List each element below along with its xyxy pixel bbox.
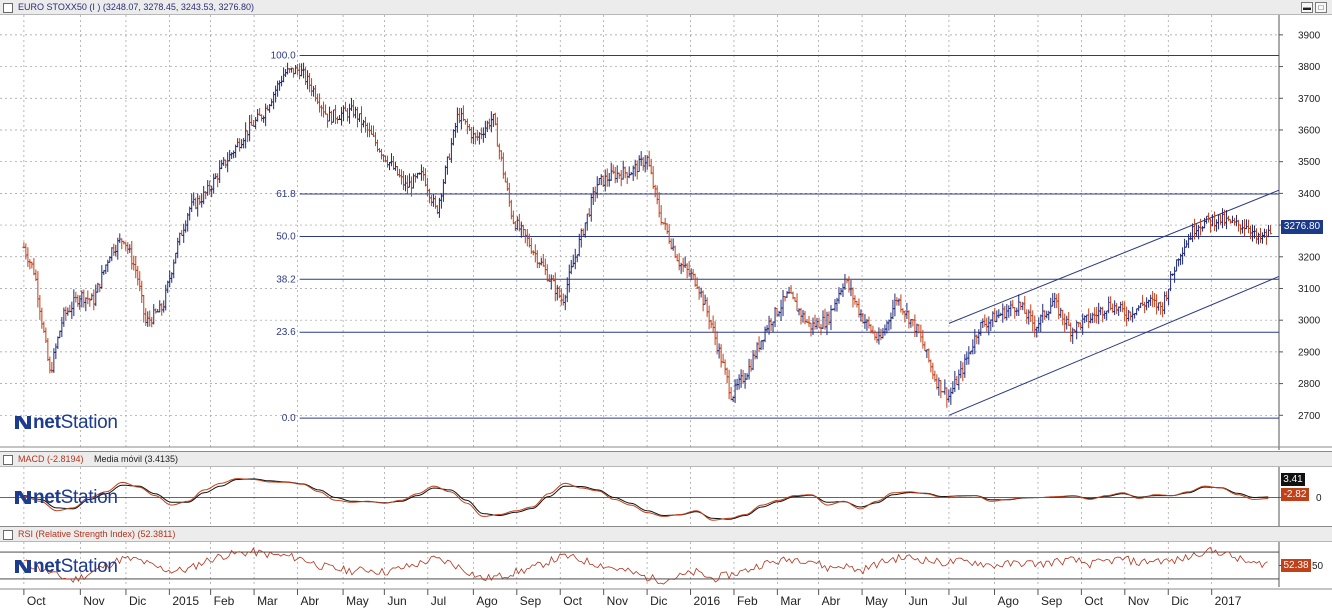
x-tick-label: Dic [129, 594, 146, 608]
panel-tag-icon[interactable] [3, 3, 13, 13]
rsi-value-box: 52.38 [1281, 559, 1311, 572]
x-tick-label: Nov [1128, 594, 1149, 608]
price-panel-header: EURO STOXX50 (I ) (3248.07, 3278.45, 324… [0, 0, 1332, 15]
maximize-button[interactable]: □ [1315, 2, 1327, 13]
price-panel-title: EURO STOXX50 (I ) (3248.07, 3278.45, 324… [18, 2, 254, 12]
macd-panel-title: MACD (-2.8194) [18, 454, 84, 464]
x-tick-label: May [346, 594, 369, 608]
brand-watermark: netStation [14, 487, 118, 509]
fib-level-label: 0.0 [282, 413, 296, 424]
macd-panel-subtitle: Media móvil (3.4135) [94, 454, 179, 464]
rsi-chart[interactable]: 50 Oct Nov Dic 2015 Feb Mar Abr May Jun Jul Ago Sep O… [0, 542, 1332, 611]
y-tick-label: 2800 [1298, 379, 1321, 390]
macd-panel-header: MACD (-2.8194) Media móvil (3.4135) [0, 452, 1332, 467]
y-tick-label: 3500 [1298, 157, 1321, 168]
y-tick-label: 3600 [1298, 125, 1321, 136]
minimize-button[interactable]: ▬ [1301, 2, 1313, 13]
x-tick-label: Nov [607, 594, 628, 608]
trend-channel-line [948, 275, 1280, 416]
fib-level-label: 61.8 [276, 189, 296, 200]
x-tick-label: Abr [822, 594, 841, 608]
x-tick-label: Nov [83, 594, 104, 608]
fib-level-label: 50.0 [276, 231, 296, 242]
netstation-logo-icon [15, 560, 31, 573]
brand-suffix: Station [60, 412, 118, 433]
macd-signal-box: 3.41 [1281, 473, 1305, 486]
x-tick-label: Dic [1171, 594, 1188, 608]
x-tick-label: May [865, 594, 888, 608]
x-tick-label: Oct [563, 594, 582, 608]
y-tick-label: 3100 [1298, 284, 1321, 295]
x-tick-label: Jul [431, 594, 446, 608]
fib-level-label: 23.6 [276, 327, 296, 338]
brand-prefix: net [33, 487, 61, 508]
price-chart[interactable]: 2700280029003000310032003300340035003600… [0, 15, 1332, 450]
x-tick-label: Jun [387, 594, 406, 608]
x-tick-label: Sep [1041, 594, 1063, 608]
brand-suffix: Station [60, 556, 118, 577]
x-tick-label: 2016 [694, 594, 721, 608]
rsi-panel-title: RSI (Relative Strength Index) (52.3811) [18, 529, 176, 539]
rsi-panel: RSI (Relative Strength Index) (52.3811) … [0, 526, 1332, 611]
x-tick-label: Dic [650, 594, 667, 608]
trend-channel-line [948, 189, 1280, 324]
rsi-panel-header: RSI (Relative Strength Index) (52.3811) [0, 527, 1332, 542]
price-panel: EURO STOXX50 (I ) (3248.07, 3278.45, 324… [0, 0, 1332, 450]
x-tick-label: Jul [952, 594, 967, 608]
last-price-box: 3276.80 [1281, 220, 1323, 234]
fib-level-label: 100.0 [271, 50, 296, 61]
brand-prefix: net [33, 556, 61, 577]
y-tick-label: 0 [1316, 493, 1322, 504]
x-tick-label: Mar [257, 594, 278, 608]
y-tick-label: 3700 [1298, 94, 1321, 105]
x-tick-label: Ago [998, 594, 1020, 608]
netstation-logo-icon [15, 416, 31, 429]
brand-watermark: netStation [14, 412, 118, 434]
macd-value-box: -2.82 [1281, 488, 1309, 501]
y-tick-label: 3800 [1298, 62, 1321, 73]
x-tick-label: Oct [27, 594, 46, 608]
x-tick-label: Oct [1084, 594, 1103, 608]
x-tick-label: 2015 [172, 594, 199, 608]
panel-tag-icon[interactable] [3, 455, 13, 465]
y-tick-label: 2700 [1298, 411, 1321, 422]
x-tick-label: Sep [520, 594, 542, 608]
netstation-logo-icon [15, 491, 31, 504]
x-tick-label: Feb [214, 594, 235, 608]
brand-watermark: netStation [14, 556, 118, 578]
y-tick-label: 3900 [1298, 30, 1321, 41]
x-tick-label: Mar [780, 594, 801, 608]
chart-window: EURO STOXX50 (I ) (3248.07, 3278.45, 324… [0, 0, 1332, 611]
x-tick-label: Jun [909, 594, 928, 608]
y-tick-label: 50 [1312, 561, 1324, 572]
x-tick-label: 2017 [1215, 594, 1242, 608]
fib-level-label: 38.2 [276, 274, 296, 285]
y-tick-label: 3200 [1298, 252, 1321, 263]
x-tick-label: Abr [300, 594, 319, 608]
x-tick-label: Ago [476, 594, 498, 608]
panel-tag-icon[interactable] [3, 530, 13, 540]
x-tick-label: Feb [737, 594, 758, 608]
y-tick-label: 3400 [1298, 189, 1321, 200]
macd-panel: MACD (-2.8194) Media móvil (3.4135) 0 ne… [0, 451, 1332, 526]
y-tick-label: 3000 [1298, 316, 1321, 327]
brand-prefix: net [33, 412, 61, 433]
macd-chart[interactable]: 0 [0, 467, 1332, 526]
y-tick-label: 2900 [1298, 347, 1321, 358]
brand-suffix: Station [60, 487, 118, 508]
